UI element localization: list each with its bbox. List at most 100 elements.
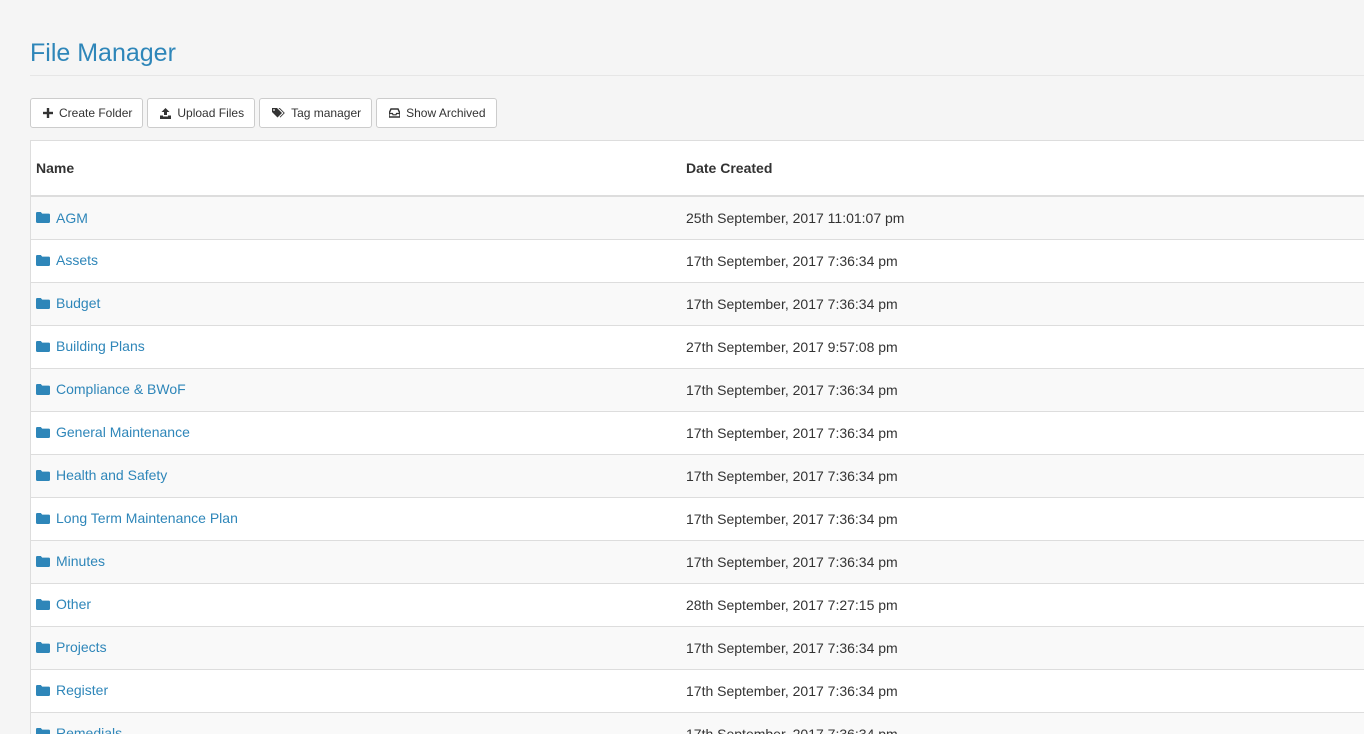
tag-manager-label: Tag manager [291, 106, 362, 120]
name-cell: Minutes [31, 540, 681, 584]
folder-name: Minutes [56, 553, 106, 570]
table-body: AGM 25th September, 2017 11:01:07 pm Ass… [31, 196, 1364, 734]
table-row: Other 28th September, 2017 7:27:15 pm [31, 583, 1364, 627]
folder-name: Assets [56, 252, 99, 269]
name-cell: Health and Safety [31, 454, 681, 498]
date-created-cell: 17th September, 2017 7:36:34 pm [681, 669, 1364, 713]
name-cell: Register [31, 669, 681, 713]
name-cell: Budget [31, 282, 681, 326]
folder-icon [36, 212, 50, 223]
table-row: Building Plans 27th September, 2017 9:57… [31, 325, 1364, 369]
date-created-cell: 17th September, 2017 7:36:34 pm [681, 712, 1364, 734]
folder-link[interactable]: Budget [36, 295, 100, 311]
name-cell: General Maintenance [31, 411, 681, 455]
folder-icon [36, 555, 50, 567]
date-created-cell: 17th September, 2017 7:36:34 pm [681, 497, 1364, 541]
folder-link[interactable]: Building Plans [36, 338, 145, 354]
folder-link[interactable]: AGM [36, 210, 88, 226]
date-created-cell: 17th September, 2017 7:36:34 pm [681, 239, 1364, 283]
upload-files-label: Upload Files [177, 106, 245, 120]
folder-name: Building Plans [56, 338, 145, 355]
folder-link[interactable]: Compliance & BWoF [36, 381, 186, 397]
name-cell: Other [31, 583, 681, 627]
date-created-cell: 25th September, 2017 11:01:07 pm [681, 196, 1364, 240]
folder-icon [36, 641, 50, 653]
date-created-cell: 17th September, 2017 7:36:34 pm [681, 454, 1364, 498]
date-created-cell: 27th September, 2017 9:57:08 pm [681, 325, 1364, 369]
table-row: Minutes 17th September, 2017 7:36:34 pm [31, 540, 1364, 584]
folder-name: Register [56, 682, 109, 699]
folder-icon [36, 383, 50, 395]
folder-name: Compliance & BWoF [56, 381, 186, 398]
file-manager-page: File Manager Create Folder Upload Files … [0, 0, 1364, 734]
date-created-cell: 17th September, 2017 7:36:34 pm [681, 540, 1364, 584]
table-row: General Maintenance 17th September, 2017… [31, 411, 1364, 455]
inbox-icon [389, 108, 401, 118]
table-row: AGM 25th September, 2017 11:01:07 pm [31, 196, 1364, 240]
date-created-cell: 17th September, 2017 7:36:34 pm [681, 626, 1364, 670]
table-row: Assets 17th September, 2017 7:36:34 pm [31, 239, 1364, 283]
folder-name: General Maintenance [56, 424, 190, 441]
folder-link[interactable]: Other [36, 596, 91, 612]
folder-link[interactable]: General Maintenance [36, 424, 190, 440]
show-archived-button[interactable]: Show Archived [376, 98, 497, 128]
name-cell: Long Term Maintenance Plan [31, 497, 681, 541]
toolbar: Create Folder Upload Files Tag manager S… [30, 98, 497, 128]
files-table-container: Name Date Created AGM 25th September, 20… [30, 140, 1364, 734]
folder-link[interactable]: Register [36, 682, 108, 698]
name-cell: Assets [31, 239, 681, 283]
table-row: Projects 17th September, 2017 7:36:34 pm [31, 626, 1364, 670]
table-row: Long Term Maintenance Plan 17th Septembe… [31, 497, 1364, 541]
folder-icon [36, 598, 50, 610]
folder-icon [36, 340, 50, 352]
create-folder-label: Create Folder [59, 106, 133, 120]
upload-icon [160, 107, 172, 119]
folder-link[interactable]: Assets [36, 252, 98, 268]
tags-icon [272, 107, 285, 117]
name-cell: Remedials [31, 712, 681, 734]
table-row: Budget 17th September, 2017 7:36:34 pm [31, 282, 1364, 326]
date-created-cell: 28th September, 2017 7:27:15 pm [681, 583, 1364, 627]
create-folder-button[interactable]: Create Folder [30, 98, 144, 128]
upload-files-button[interactable]: Upload Files [147, 98, 256, 128]
folder-icon [36, 469, 50, 481]
name-cell: Compliance & BWoF [31, 368, 681, 412]
folder-icon [36, 297, 50, 309]
folder-name: Budget [56, 295, 101, 312]
name-cell: Building Plans [31, 325, 681, 369]
folder-link[interactable]: Remedials [36, 725, 122, 734]
folder-icon [36, 426, 50, 438]
folder-name: Long Term Maintenance Plan [56, 510, 238, 527]
name-cell: Projects [31, 626, 681, 670]
column-header-name[interactable]: Name [31, 141, 681, 197]
folder-name: Remedials [56, 725, 123, 734]
folder-icon [36, 727, 50, 734]
tag-manager-button[interactable]: Tag manager [259, 98, 373, 128]
folder-name: Other [56, 596, 92, 613]
files-table: Name Date Created AGM 25th September, 20… [31, 141, 1364, 734]
table-row: Health and Safety 17th September, 2017 7… [31, 454, 1364, 498]
table-row: Register 17th September, 2017 7:36:34 pm [31, 669, 1364, 713]
date-created-cell: 17th September, 2017 7:36:34 pm [681, 282, 1364, 326]
date-created-cell: 17th September, 2017 7:36:34 pm [681, 411, 1364, 455]
folder-link[interactable]: Health and Safety [36, 467, 167, 483]
name-cell: AGM [31, 196, 681, 240]
title-divider [30, 75, 1364, 76]
column-header-date-created[interactable]: Date Created [681, 141, 1364, 197]
folder-link[interactable]: Long Term Maintenance Plan [36, 510, 238, 526]
table-row: Remedials 17th September, 2017 7:36:34 p… [31, 712, 1364, 734]
folder-name: Projects [56, 639, 107, 656]
table-row: Compliance & BWoF 17th September, 2017 7… [31, 368, 1364, 412]
plus-icon [43, 108, 53, 118]
show-archived-label: Show Archived [406, 106, 486, 120]
folder-name: AGM [56, 209, 88, 226]
page-title: File Manager [30, 39, 176, 67]
folder-link[interactable]: Minutes [36, 553, 105, 569]
folder-icon [36, 512, 50, 524]
folder-icon [36, 254, 50, 266]
folder-icon [36, 684, 50, 696]
folder-name: Health and Safety [56, 467, 168, 484]
table-header-row: Name Date Created [31, 141, 1364, 197]
folder-link[interactable]: Projects [36, 639, 107, 655]
date-created-cell: 17th September, 2017 7:36:34 pm [681, 368, 1364, 412]
